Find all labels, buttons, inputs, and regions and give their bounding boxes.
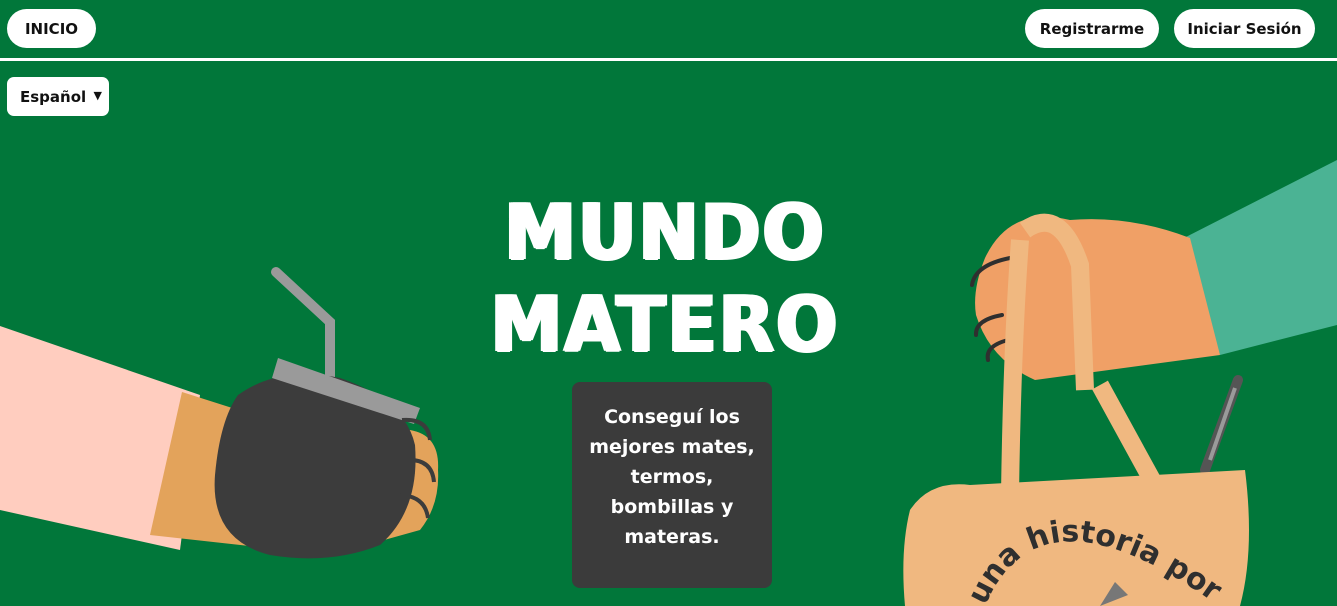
bombilla-icon bbox=[1200, 375, 1243, 475]
language-select[interactable]: Español ▼ bbox=[7, 77, 109, 116]
login-button[interactable]: Iniciar Sesión bbox=[1174, 9, 1315, 48]
register-button[interactable]: Registrarme bbox=[1025, 9, 1159, 48]
mate-hand-illustration bbox=[0, 267, 439, 559]
hero-tagline: Conseguí los mejores mates, termos, bomb… bbox=[589, 406, 755, 548]
home-button[interactable]: INICIO bbox=[7, 9, 96, 48]
chevron-down-icon: ▼ bbox=[93, 89, 102, 102]
hero-title-line2: MATERO bbox=[490, 278, 840, 370]
language-select-value: Español bbox=[20, 87, 87, 106]
bag-hand-illustration: una historia por bbox=[903, 160, 1337, 606]
hero-title-line1: MUNDO bbox=[504, 186, 826, 278]
hero-tagline-box: Conseguí los mejores mates, termos, bomb… bbox=[572, 382, 772, 588]
header-divider bbox=[0, 58, 1337, 61]
